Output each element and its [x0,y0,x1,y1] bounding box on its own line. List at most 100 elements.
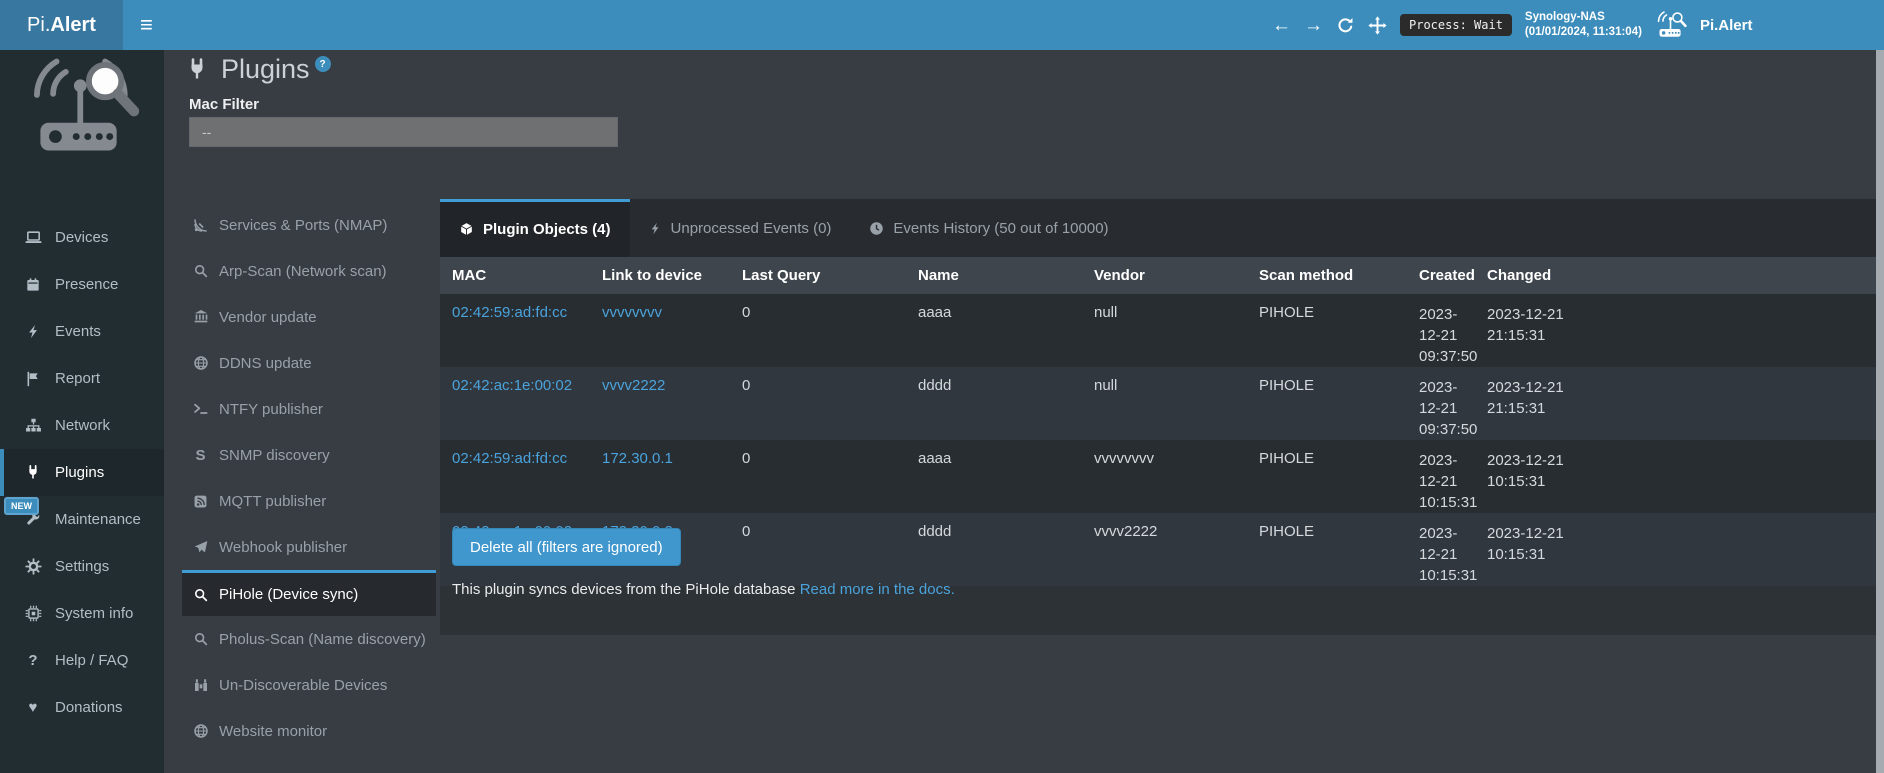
calendar-icon [24,277,42,293]
top-navbar: Pi.Alert ≡ ← → Process: Wait Synology-NA… [0,0,1884,50]
plugin-item-webhook-publisher[interactable]: Webhook publisher [182,524,436,570]
plugin-item-undiscoverable-devices[interactable]: Un-Discoverable Devices [182,662,436,708]
plugin-description-text: This plugin syncs devices from the PiHol… [452,581,796,598]
column-header-link-to-device[interactable]: Link to device [590,257,730,294]
tab-events-history[interactable]: Events History (50 out of 10000) [850,199,1127,257]
column-header-mac[interactable]: MAC [440,257,590,294]
help-badge[interactable]: ? [315,56,331,72]
globe-icon [192,723,209,739]
plugin-panel: Plugin Objects (4) Unprocessed Events (0… [440,199,1878,635]
table-header-row: MAC Link to device Last Query Name Vendo… [440,257,1878,294]
sitemap-icon [24,417,42,434]
globe-icon [192,355,209,371]
tab-unprocessed-events[interactable]: Unprocessed Events (0) [630,199,851,257]
sidebar-item-plugins[interactable]: Plugins [0,449,164,496]
sidebar-item-network[interactable]: Network [0,402,164,449]
mac-link[interactable]: 02:42:ac:1e:00:02 [452,377,572,394]
created-cell: 2023-12-2109:37:50 [1407,294,1475,367]
back-icon[interactable]: ← [1272,16,1291,35]
sidebar-toggle-button[interactable]: ≡ [130,0,163,50]
tab-label: Plugin Objects (4) [483,221,611,238]
vendor-cell: vvvv2222 [1082,513,1247,586]
refresh-icon[interactable] [1336,16,1355,35]
page-title: Plugins [221,54,310,85]
scrollbar[interactable] [1876,50,1884,773]
sidebar-item-settings[interactable]: Settings [0,543,164,590]
plugin-item-ntfy-publisher[interactable]: NTFY publisher [182,386,436,432]
column-header-created[interactable]: Created [1407,257,1475,294]
sidebar-item-label: Help / FAQ [55,652,128,669]
vendor-cell: vvvvvvvv [1082,440,1247,513]
process-status-badge[interactable]: Process: Wait [1400,14,1512,36]
bolt-icon [649,221,662,236]
column-header-name[interactable]: Name [906,257,1082,294]
mac-cell: 02:42:59:ad:fd:cc [440,294,590,367]
app-label: Pi.Alert [1700,17,1753,34]
plugin-item-ddns-update[interactable]: DDNS update [182,340,436,386]
mac-filter-label: Mac Filter [189,96,259,113]
sidebar-item-label: Donations [55,699,123,716]
table-row: 02:42:ac:1e:00:02 vvvv2222 0 dddd null P… [440,367,1878,440]
cube-icon [459,222,474,237]
last-query-cell: 0 [730,367,906,440]
changed-cell: 2023-12-2121:15:31 [1475,367,1878,440]
forward-icon[interactable]: → [1304,16,1323,35]
sidebar-item-events[interactable]: Events [0,308,164,355]
laptop-icon [24,229,42,246]
device-link[interactable]: vvvvvvvv [602,304,662,321]
sidebar-item-devices[interactable]: Devices [0,214,164,261]
plugin-nav: Services & Ports (NMAP) Arp-Scan (Networ… [182,202,436,754]
device-cell: vvvvvvvv [590,294,730,367]
last-query-cell: 0 [730,440,906,513]
terminal-icon [192,401,209,417]
brand-logo[interactable]: Pi.Alert [0,0,123,50]
plug-icon [185,56,209,83]
sidebar-item-help-faq[interactable]: ?Help / FAQ [0,637,164,684]
mac-link[interactable]: 02:42:59:ad:fd:cc [452,450,567,467]
name-cell: aaaa [906,294,1082,367]
content-area: Plugins ? Mac Filter Services & Ports (N… [164,50,1884,773]
plugin-description: This plugin syncs devices from the PiHol… [452,581,955,598]
plugin-item-label: Pholus-Scan (Name discovery) [219,631,426,648]
plugin-item-services-ports[interactable]: Services & Ports (NMAP) [182,202,436,248]
sidebar-item-presence[interactable]: Presence [0,261,164,308]
host-info: Synology-NAS (01/01/2024, 11:31:04) [1525,10,1642,40]
scan-method-cell: PIHOLE [1247,513,1407,586]
sidebar-item-donations[interactable]: ♥Donations [0,684,164,731]
mac-filter-input[interactable] [189,117,618,147]
column-header-changed[interactable]: Changed [1475,257,1878,294]
plugin-item-label: PiHole (Device sync) [219,586,358,603]
docs-link[interactable]: Read more in the docs. [800,581,955,598]
plugin-item-mqtt-publisher[interactable]: MQTT publisher [182,478,436,524]
tab-label: Unprocessed Events (0) [671,220,832,237]
column-header-scan-method[interactable]: Scan method [1247,257,1407,294]
clock-icon [869,221,884,236]
column-header-vendor[interactable]: Vendor [1082,257,1247,294]
plugin-item-arp-scan[interactable]: Arp-Scan (Network scan) [182,248,436,294]
plugin-item-label: Vendor update [219,309,317,326]
delete-all-button[interactable]: Delete all (filters are ignored) [452,528,681,566]
sidebar-item-label: Settings [55,558,109,575]
plugin-item-label: MQTT publisher [219,493,326,510]
sidebar-item-report[interactable]: Report [0,355,164,402]
sidebar-item-label: Presence [55,276,118,293]
move-icon[interactable] [1368,16,1387,35]
mac-link[interactable]: 02:42:59:ad:fd:cc [452,304,567,321]
column-header-last-query[interactable]: Last Query [730,257,906,294]
sidebar-item-label: Maintenance [55,511,141,528]
changed-cell: 2023-12-2110:15:31 [1475,440,1878,513]
tab-plugin-objects[interactable]: Plugin Objects (4) [440,199,630,257]
plugin-item-vendor-update[interactable]: Vendor update [182,294,436,340]
plugin-item-label: Services & Ports (NMAP) [219,217,387,234]
plugin-item-pihole-device-sync[interactable]: PiHole (Device sync) [182,570,436,616]
scan-method-cell: PIHOLE [1247,440,1407,513]
paper-plane-icon [192,539,209,555]
plugin-item-pholus-scan[interactable]: Pholus-Scan (Name discovery) [182,616,436,662]
device-link[interactable]: 172.30.0.1 [602,450,673,467]
plugin-item-snmp-discovery[interactable]: SSNMP discovery [182,432,436,478]
plugin-item-website-monitor[interactable]: Website monitor [182,708,436,754]
bank-icon [192,309,209,325]
binoculars-icon [192,677,209,693]
sidebar-item-system-info[interactable]: System info [0,590,164,637]
device-link[interactable]: vvvv2222 [602,377,665,394]
